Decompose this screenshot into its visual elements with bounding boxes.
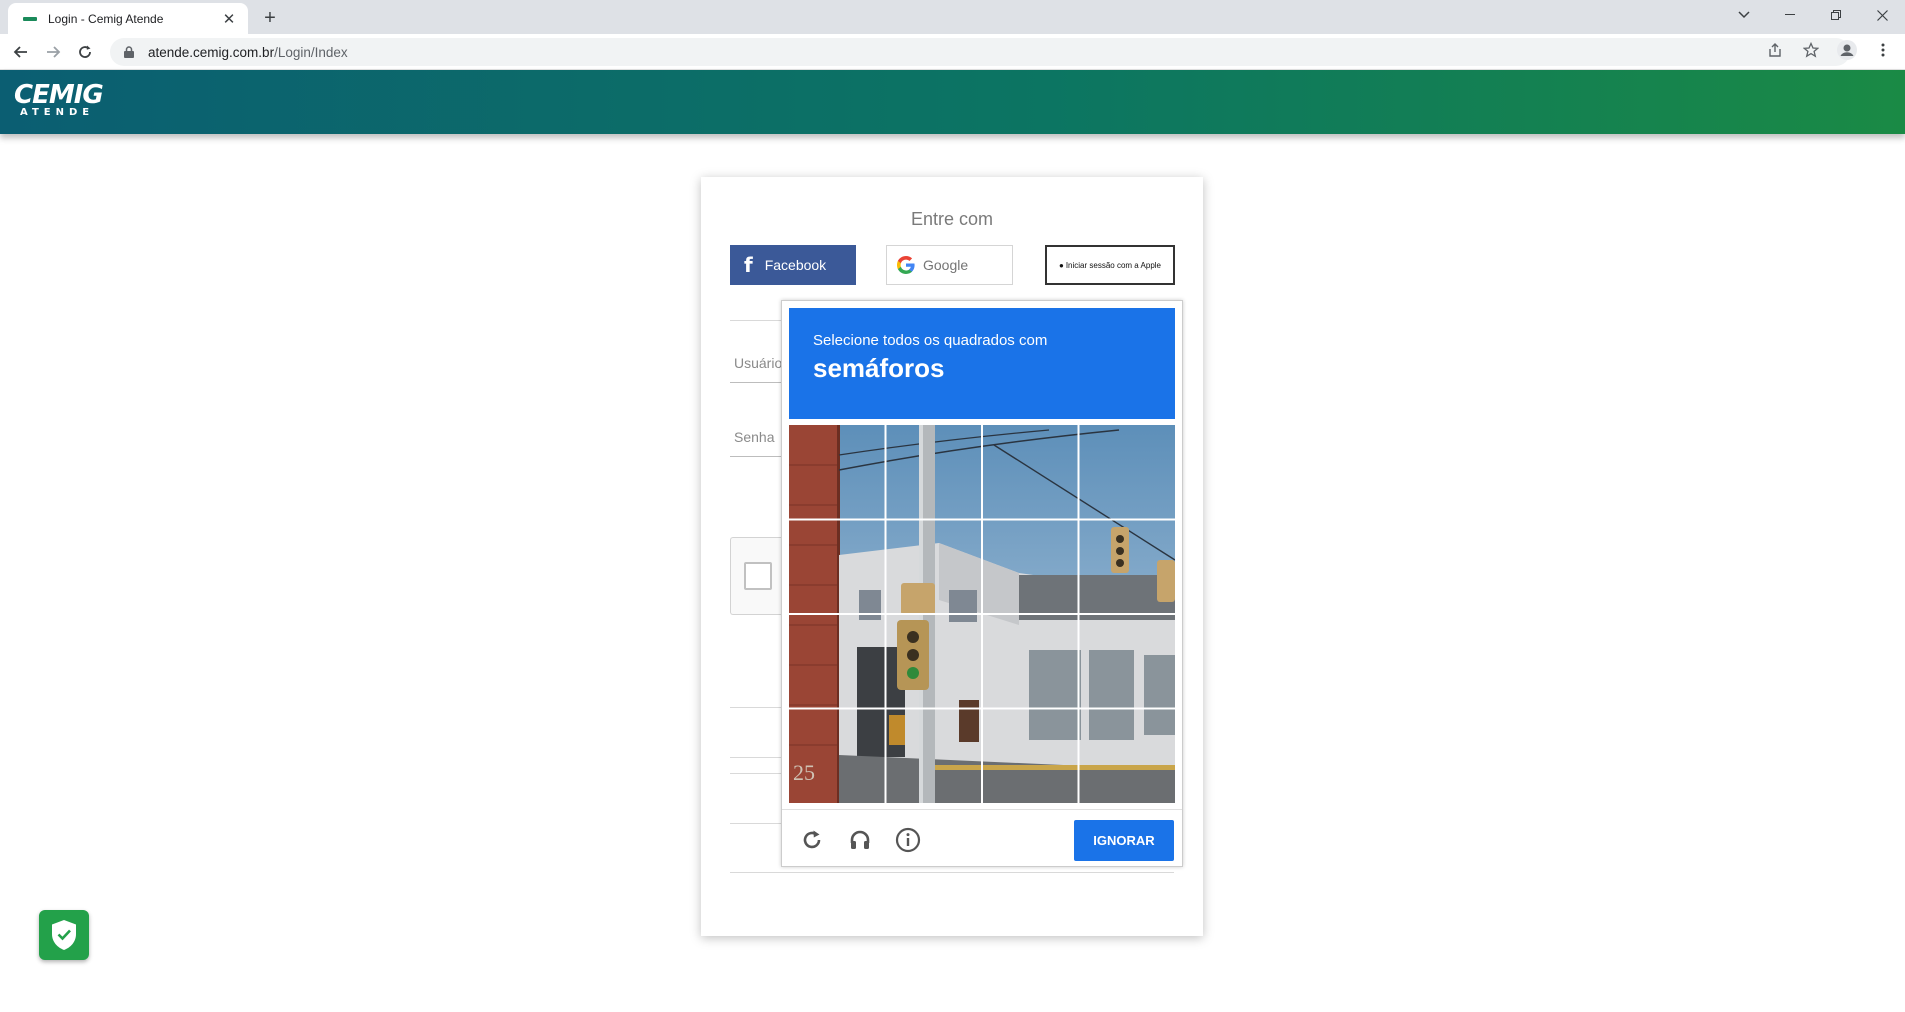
apple-label: Iniciar sessão com a Apple xyxy=(1065,260,1161,270)
captcha-tile[interactable] xyxy=(1079,425,1176,520)
captcha-tile[interactable] xyxy=(789,520,886,615)
recaptcha-checkbox[interactable] xyxy=(744,562,772,590)
captcha-footer: IGNORAR xyxy=(782,809,1182,867)
divider xyxy=(730,872,1174,873)
audio-icon[interactable] xyxy=(846,826,874,854)
captcha-tile[interactable] xyxy=(1079,614,1176,709)
cemig-favicon-icon xyxy=(22,11,38,27)
captcha-tile[interactable] xyxy=(789,425,886,520)
captcha-tile[interactable] xyxy=(982,709,1079,804)
minimize-icon[interactable] xyxy=(1767,0,1813,30)
facebook-label: Facebook xyxy=(764,257,827,273)
profile-avatar-icon[interactable] xyxy=(1835,38,1859,62)
info-icon[interactable] xyxy=(894,826,922,854)
entre-com-heading: Entre com xyxy=(910,209,994,229)
captcha-instruction-text: Selecione todos os quadrados com xyxy=(813,332,1048,349)
captcha-tile[interactable] xyxy=(886,425,983,520)
back-icon[interactable] xyxy=(8,39,34,65)
reload-page-icon[interactable] xyxy=(72,39,98,65)
security-shield-button[interactable] xyxy=(39,910,89,960)
captcha-tile[interactable] xyxy=(982,520,1079,615)
url-domain: atende.cemig.com.br xyxy=(148,44,275,60)
tab-search-icon[interactable] xyxy=(1721,0,1767,30)
apple-icon: ● xyxy=(1058,260,1064,270)
url-path: /Login/Index xyxy=(274,44,348,60)
forward-icon[interactable] xyxy=(40,39,66,65)
reload-icon[interactable] xyxy=(798,826,826,854)
facebook-icon: f xyxy=(744,253,753,277)
captcha-tile[interactable] xyxy=(886,520,983,615)
captcha-challenge-popup: Selecione todos os quadrados com semáfor… xyxy=(781,300,1183,867)
captcha-tile[interactable] xyxy=(789,614,886,709)
cemig-atende-logo[interactable]: CEMIG ATENDE xyxy=(14,80,104,119)
captcha-target-text: semáforos xyxy=(813,353,945,383)
captcha-tile[interactable] xyxy=(886,709,983,804)
close-tab-icon[interactable]: ✕ xyxy=(220,10,238,28)
bookmark-star-icon[interactable] xyxy=(1799,38,1823,62)
skip-button[interactable]: IGNORAR xyxy=(1074,820,1174,861)
browser-tab-strip: Login - Cemig Atende ✕ + xyxy=(0,0,1905,34)
new-tab-icon[interactable]: + xyxy=(258,6,282,30)
usuario-field-label[interactable]: Usuário xyxy=(734,355,782,371)
logo-sub-text: ATENDE xyxy=(20,107,95,118)
lock-icon[interactable] xyxy=(122,45,136,59)
google-icon xyxy=(897,256,915,274)
captcha-tile[interactable] xyxy=(886,614,983,709)
shield-check-icon xyxy=(52,920,76,950)
share-icon[interactable] xyxy=(1763,38,1787,62)
restore-icon[interactable] xyxy=(1813,0,1859,30)
browser-toolbar: atende.cemig.com.br/Login/Index xyxy=(0,34,1905,70)
site-header: CEMIG ATENDE xyxy=(0,70,1905,134)
toolbar-actions xyxy=(1763,38,1895,62)
browser-tab[interactable]: Login - Cemig Atende ✕ xyxy=(8,3,248,34)
close-window-icon[interactable] xyxy=(1859,0,1905,30)
captcha-tile[interactable] xyxy=(1079,520,1176,615)
senha-field-label[interactable]: Senha xyxy=(734,429,774,445)
window-controls xyxy=(1721,0,1905,30)
facebook-login-button[interactable]: f Facebook xyxy=(730,245,856,285)
captcha-tile[interactable] xyxy=(1079,709,1176,804)
address-bar[interactable]: atende.cemig.com.br/Login/Index xyxy=(110,38,1850,66)
captcha-image-grid: 25 xyxy=(789,425,1175,803)
url-text: atende.cemig.com.br/Login/Index xyxy=(148,45,348,60)
google-label: Google xyxy=(923,257,969,273)
logo-main-text: CEMIG xyxy=(14,80,104,110)
captcha-tile[interactable] xyxy=(982,425,1079,520)
captcha-tile[interactable] xyxy=(789,709,886,804)
apple-login-button[interactable]: ● Iniciar sessão com a Apple xyxy=(1045,245,1175,285)
captcha-tile[interactable] xyxy=(982,614,1079,709)
tab-title: Login - Cemig Atende xyxy=(48,11,164,26)
browser-menu-icon[interactable] xyxy=(1871,38,1895,62)
google-login-button[interactable]: Google xyxy=(886,245,1013,285)
captcha-instructions: Selecione todos os quadrados com semáfor… xyxy=(789,308,1175,419)
